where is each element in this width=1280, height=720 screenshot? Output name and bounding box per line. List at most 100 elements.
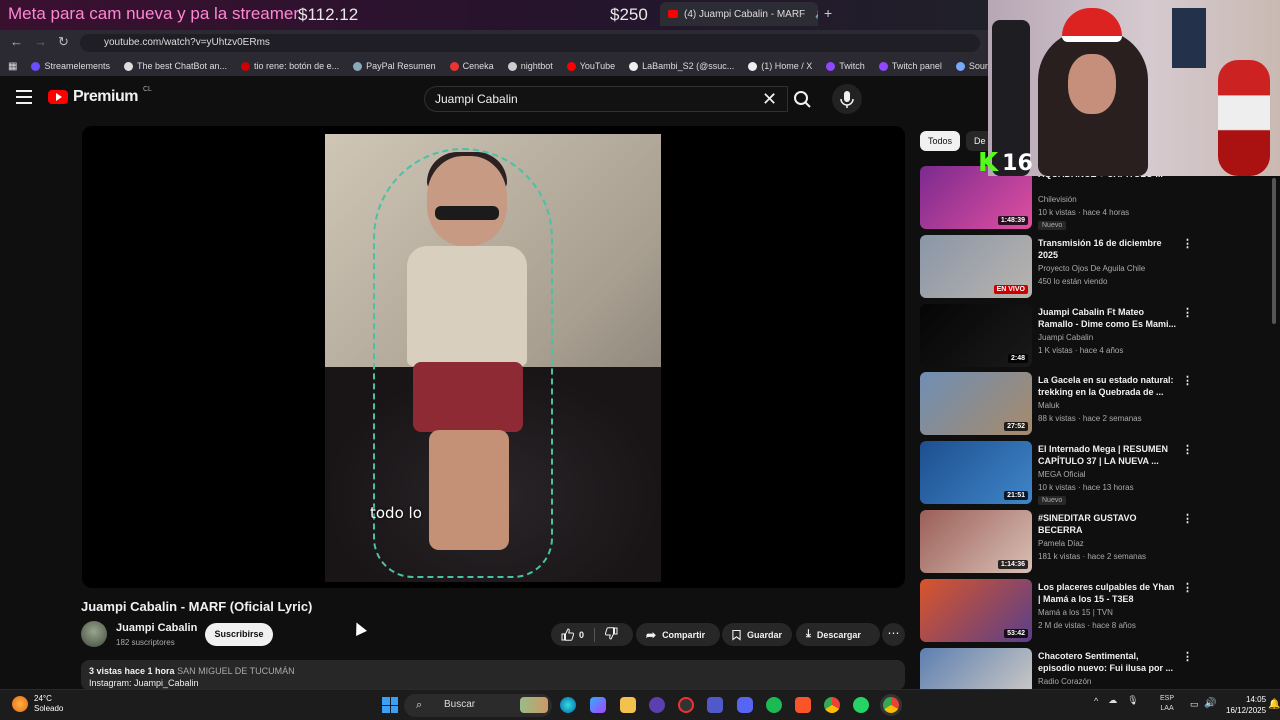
recommended-channel[interactable]: Pamela Díaz — [1038, 539, 1084, 548]
bookmark-item[interactable]: PayPal Resumen — [353, 61, 436, 71]
spotify-icon[interactable] — [766, 697, 782, 713]
recommended-title[interactable]: Los placeres culpables de Yhan | Mamá a … — [1038, 581, 1178, 605]
channel-avatar[interactable] — [81, 621, 107, 647]
file-explorer-icon[interactable] — [620, 697, 636, 713]
notifications-icon[interactable]: 🔔 — [1268, 699, 1280, 710]
recording-app-icon[interactable] — [678, 697, 694, 713]
save-button[interactable]: Guardar — [722, 623, 792, 646]
new-tab-icon[interactable]: + — [824, 5, 832, 21]
bookmark-favicon-icon — [31, 61, 41, 71]
tray-chevron-icon[interactable]: ^ — [1094, 696, 1098, 706]
subscribe-button[interactable]: Suscribirse — [205, 623, 273, 646]
share-button[interactable]: ➦ Compartir — [636, 623, 720, 646]
youtube-premium-logo[interactable]: Premium CL — [48, 86, 152, 106]
bookmark-item[interactable]: nightbot — [507, 61, 553, 71]
volume-icon[interactable]: 🔊 — [1204, 698, 1216, 709]
recommended-video[interactable]: 27:52 La Gacela en su estado natural: tre… — [920, 372, 1200, 436]
recommended-video[interactable]: 1:14:36 #SINEDITAR GUSTAVO BECERRA Pamela … — [920, 510, 1200, 574]
video-thumbnail[interactable]: 2:48 — [920, 304, 1032, 367]
clear-search-icon[interactable]: ✕ — [762, 89, 777, 110]
chrome-active-icon[interactable] — [883, 697, 899, 713]
network-icon[interactable]: ▭ — [1190, 699, 1199, 710]
recommended-channel[interactable]: Maluk — [1038, 401, 1059, 410]
recommended-video[interactable]: EN VIVO Transmisión 16 de diciembre 2025 P… — [920, 235, 1200, 299]
like-button[interactable]: 0 — [561, 628, 584, 641]
channel-name[interactable]: Juampi Cabalin — [116, 622, 197, 634]
recommended-title[interactable]: El Internado Mega | RESUMEN CAPÍTULO 37 … — [1038, 443, 1178, 467]
kebab-menu-icon[interactable]: ⋮ — [1182, 650, 1193, 663]
recommended-channel[interactable]: Chilevisión — [1038, 195, 1077, 204]
copilot-icon[interactable] — [590, 697, 606, 713]
kebab-menu-icon[interactable]: ⋮ — [1182, 512, 1193, 525]
dislike-button[interactable] — [604, 627, 618, 642]
app-icon[interactable] — [649, 697, 665, 713]
brave-icon[interactable] — [795, 697, 811, 713]
chip-todos[interactable]: Todos — [920, 131, 961, 151]
recommended-title[interactable]: Juampi Cabalin Ft Mateo Ramallo - Dime c… — [1038, 306, 1178, 330]
windows-start-icon[interactable] — [382, 697, 398, 713]
bookmark-item[interactable]: The best ChatBot an... — [123, 61, 227, 71]
download-button[interactable]: ⤓ Descargar — [796, 623, 880, 646]
chrome-icon[interactable] — [824, 697, 840, 713]
bookmark-item[interactable]: LaBambi_S2 (@ssuc... — [629, 61, 734, 71]
bookmark-item[interactable]: SoundAlerts — [955, 61, 988, 71]
widgets-icon[interactable] — [520, 697, 548, 713]
bookmark-item[interactable]: (1) Home / X — [748, 61, 812, 71]
recommended-title[interactable]: Chacotero Sentimental, episodio nuevo: F… — [1038, 650, 1178, 674]
recommended-channel[interactable]: Proyecto Ojos De Aguila Chile — [1038, 264, 1145, 273]
search-button[interactable] — [788, 86, 818, 112]
edge-icon[interactable] — [560, 697, 576, 713]
recommended-channel[interactable]: MEGA Oficial — [1038, 470, 1086, 479]
bookmark-item[interactable]: YouTube — [566, 61, 615, 71]
recommended-title[interactable]: La Gacela en su estado natural: trekking… — [1038, 374, 1178, 398]
voice-search-button[interactable] — [832, 84, 862, 114]
forward-icon[interactable]: → — [34, 34, 47, 49]
recommended-channel[interactable]: Mamá a los 15 | TVN — [1038, 608, 1113, 617]
video-thumbnail[interactable]: 21:51 — [920, 441, 1032, 504]
discord-icon[interactable] — [737, 697, 753, 713]
live-badge: EN VIVO — [993, 285, 1028, 294]
kebab-menu-icon[interactable]: ⋮ — [1182, 237, 1193, 250]
video-player[interactable]: todo lo — [82, 126, 905, 588]
search-input[interactable]: Juampi Cabalin — [424, 86, 788, 112]
video-thumbnail[interactable]: 53:42 — [920, 579, 1032, 642]
bookmark-item[interactable]: Twitch — [826, 61, 865, 71]
description-box[interactable]: 3 vistas hace 1 hora SAN MIGUEL DE TUCUM… — [81, 660, 905, 690]
back-icon[interactable]: ← — [10, 34, 23, 49]
video-thumbnail[interactable]: EN VIVO — [920, 235, 1032, 298]
recommended-video[interactable]: 21:51 El Internado Mega | RESUMEN CAPÍTUL… — [920, 441, 1200, 505]
language-indicator[interactable]: ESP LAA — [1160, 694, 1174, 714]
teams-icon[interactable] — [707, 697, 723, 713]
url-field[interactable]: youtube.com/watch?v=yUhtzv0ERms — [80, 34, 980, 52]
hamburger-menu-icon[interactable] — [16, 90, 32, 104]
mic-tray-icon[interactable]: 🎙 — [1127, 695, 1138, 706]
recommended-video[interactable]: 2:48 Juampi Cabalin Ft Mateo Ramallo - Di… — [920, 304, 1200, 368]
kick-viewer-badge: K 16 — [978, 150, 1033, 176]
kebab-menu-icon[interactable]: ⋮ — [1182, 374, 1193, 387]
bookmark-item[interactable]: tio rene: botón de e... — [241, 61, 339, 71]
recommended-title[interactable]: #SINEDITAR GUSTAVO BECERRA — [1038, 512, 1178, 536]
recommended-stats: 10 k vistas · hace 4 horas — [1038, 208, 1130, 217]
kebab-menu-icon[interactable]: ⋮ — [1182, 443, 1193, 456]
scrollbar[interactable] — [1272, 178, 1276, 324]
video-thumbnail[interactable]: 1:14:36 — [920, 510, 1032, 573]
bookmark-item[interactable]: Ceneka — [449, 61, 494, 71]
browser-tab[interactable]: (4) Juampi Cabalin - MARF 🔈 ✕ — [660, 2, 818, 26]
system-clock[interactable]: 14:05 16/12/2025 — [1226, 694, 1266, 716]
reload-icon[interactable]: ↻ — [58, 34, 69, 50]
recommended-channel[interactable]: Juampi Cabalin — [1038, 333, 1093, 342]
mute-icon[interactable]: 🔈 — [815, 9, 818, 20]
video-thumbnail[interactable]: 27:52 — [920, 372, 1032, 435]
whatsapp-icon[interactable] — [853, 697, 869, 713]
bookmark-item[interactable]: Twitch panel — [878, 61, 942, 71]
recommended-title[interactable]: Transmisión 16 de diciembre 2025 — [1038, 237, 1178, 261]
apps-grid-icon[interactable]: ▦ — [8, 61, 17, 72]
more-actions-icon[interactable]: ⋯ — [882, 623, 905, 646]
kebab-menu-icon[interactable]: ⋮ — [1182, 581, 1193, 594]
recommended-channel[interactable]: Radio Corazón — [1038, 677, 1091, 686]
cloud-icon[interactable]: ☁ — [1108, 695, 1117, 706]
bookmark-item[interactable]: Streamelements — [31, 61, 110, 71]
kebab-menu-icon[interactable]: ⋮ — [1182, 306, 1193, 319]
recommended-video[interactable]: 53:42 Los placeres culpables de Yhan | Ma… — [920, 579, 1200, 643]
weather-widget[interactable]: 24°C Soleado — [12, 694, 63, 714]
